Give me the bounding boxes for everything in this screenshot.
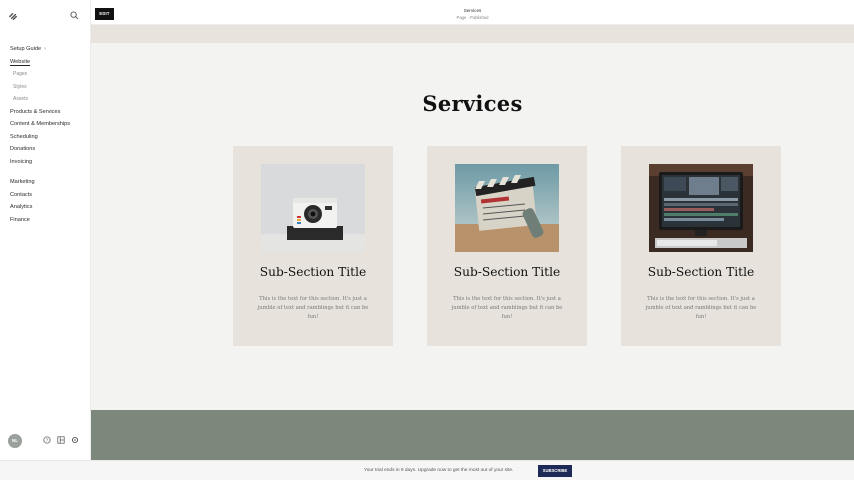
header-band bbox=[91, 25, 854, 43]
card-title: Sub-Section Title bbox=[647, 265, 755, 279]
layout-icon[interactable] bbox=[57, 436, 65, 444]
page-title: Services bbox=[463, 8, 482, 13]
sidebar-item-finance[interactable]: Finance bbox=[10, 214, 70, 227]
card-body: This is the text for this section. It's … bbox=[645, 296, 757, 320]
sidebar-item-content-memberships[interactable]: Content & Memberships bbox=[10, 118, 70, 131]
sidebar-item-assets[interactable]: Assets bbox=[10, 93, 70, 106]
card-title: Sub-Section Title bbox=[453, 265, 561, 279]
sidebar-item-invoicing[interactable]: Invoicing bbox=[10, 156, 70, 169]
svg-text:?: ? bbox=[46, 438, 49, 443]
guide-progress-icon: ◔ bbox=[43, 46, 47, 52]
sidebar-item-marketing[interactable]: Marketing bbox=[10, 176, 70, 189]
card-title: Sub-Section Title bbox=[259, 265, 367, 279]
card-body: This is the text for this section. It's … bbox=[451, 296, 563, 320]
editor-topbar: EDIT Services Page · Published bbox=[91, 0, 854, 25]
sidebar-item-scheduling[interactable]: Scheduling bbox=[10, 131, 70, 144]
sidebar-item-analytics[interactable]: Analytics bbox=[10, 201, 70, 214]
sidebar-item-products-services[interactable]: Products & Services bbox=[10, 106, 70, 119]
sidebar-divider bbox=[10, 168, 70, 176]
polaroid-camera-image bbox=[261, 164, 365, 252]
video-editing-monitor-image bbox=[649, 164, 753, 252]
sidebar-item-contacts[interactable]: Contacts bbox=[10, 189, 70, 202]
card-body: This is the text for this section. It's … bbox=[257, 296, 369, 320]
avatar[interactable]: NL bbox=[8, 434, 22, 448]
squarespace-logo-icon[interactable] bbox=[8, 11, 19, 22]
app-root: Setup Guide ◔ Website Pages Styles Assets… bbox=[0, 0, 854, 480]
sidebar-item-donations[interactable]: Donations bbox=[10, 143, 70, 156]
section-heading[interactable]: Services bbox=[91, 91, 854, 116]
sidebar-item-setup-guide[interactable]: Setup Guide ◔ bbox=[10, 43, 70, 56]
sidebar-item-styles[interactable]: Styles bbox=[10, 81, 70, 94]
sidebar-item-pages[interactable]: Pages bbox=[10, 68, 70, 81]
settings-icon[interactable] bbox=[71, 436, 79, 444]
trial-message: Your trial ends in 9 days. Upgrade now t… bbox=[364, 468, 514, 473]
page-status: Page · Published bbox=[456, 15, 489, 20]
service-card[interactable]: Sub-Section Title This is the text for t… bbox=[233, 146, 393, 346]
sidebar-nav: Setup Guide ◔ Website Pages Styles Assets… bbox=[10, 43, 70, 226]
search-icon[interactable] bbox=[70, 11, 79, 20]
help-icon[interactable]: ? bbox=[43, 436, 51, 444]
film-clapperboard-image bbox=[455, 164, 559, 252]
sidebar: Setup Guide ◔ Website Pages Styles Assets… bbox=[0, 0, 91, 460]
service-card[interactable]: Sub-Section Title This is the text for t… bbox=[427, 146, 587, 346]
site-preview[interactable]: Services Sub-Section Title This is the t… bbox=[91, 25, 854, 460]
sidebar-item-website[interactable]: Website bbox=[10, 56, 70, 69]
sidebar-footer-icons: ? bbox=[43, 436, 79, 444]
footer-band bbox=[91, 410, 854, 460]
trial-banner: Your trial ends in 9 days. Upgrade now t… bbox=[0, 460, 854, 480]
subscribe-button[interactable]: SUBSCRIBE bbox=[538, 465, 572, 477]
service-card[interactable]: Sub-Section Title This is the text for t… bbox=[621, 146, 781, 346]
